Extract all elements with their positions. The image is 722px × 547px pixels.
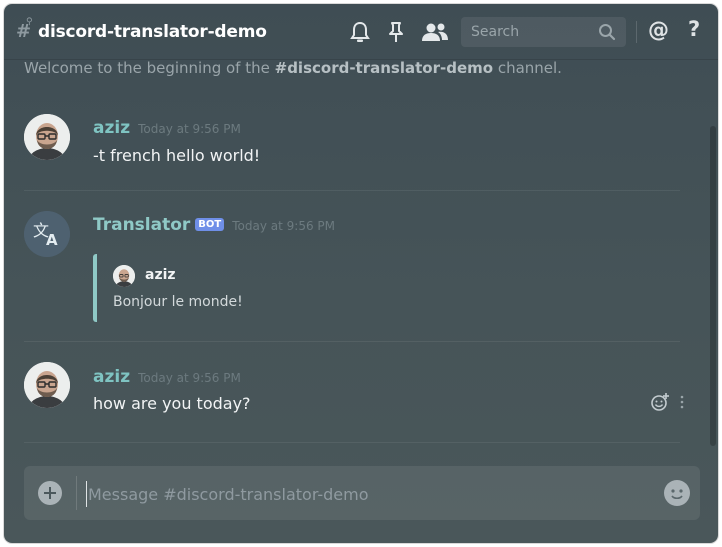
channel-hash-icon: # ⚲ bbox=[16, 16, 33, 42]
author-name[interactable]: Translator bbox=[93, 215, 190, 235]
message-text: -t french hello world! bbox=[93, 146, 261, 165]
chat-window: # ⚲ discord-translator-demo Search @ ? W… bbox=[4, 4, 718, 543]
message-composer bbox=[24, 466, 700, 520]
header-toolbar bbox=[348, 4, 462, 59]
welcome-prefix: Welcome to the beginning of the bbox=[24, 59, 275, 77]
embed-text: Bonjour le monde! bbox=[113, 294, 243, 310]
composer-divider bbox=[76, 476, 77, 510]
welcome-suffix: channel. bbox=[493, 59, 562, 77]
embed-author-avatar bbox=[113, 265, 135, 287]
message-timestamp: Today at 9:56 PM bbox=[138, 122, 241, 136]
author-name[interactable]: aziz bbox=[93, 118, 130, 138]
message-author[interactable]: Translator BOT Today at 9:56 PM bbox=[93, 215, 335, 235]
translation-embed: aziz Bonjour le monde! bbox=[93, 254, 397, 322]
message-author[interactable]: aziz Today at 9:56 PM bbox=[93, 118, 241, 138]
user-avatar[interactable] bbox=[24, 362, 70, 408]
chat-scrollbar[interactable] bbox=[710, 126, 716, 446]
notification-bell-icon[interactable] bbox=[348, 20, 372, 44]
search-input[interactable] bbox=[469, 23, 593, 41]
message-author[interactable]: aziz Today at 9:56 PM bbox=[93, 367, 241, 387]
attach-plus-icon[interactable] bbox=[38, 481, 62, 505]
message-timestamp: Today at 9:56 PM bbox=[138, 371, 241, 385]
svg-text:A: A bbox=[46, 231, 58, 249]
user-avatar[interactable] bbox=[24, 114, 70, 160]
message-text: how are you today? bbox=[93, 394, 251, 413]
mentions-icon[interactable]: @ bbox=[648, 18, 669, 42]
pin-icon[interactable] bbox=[384, 20, 408, 44]
emoji-picker-icon[interactable] bbox=[664, 480, 690, 506]
message-timestamp: Today at 9:56 PM bbox=[232, 219, 335, 233]
translator-bot-avatar[interactable]: 文 A bbox=[24, 211, 70, 257]
search-icon[interactable] bbox=[598, 23, 616, 45]
message-actions bbox=[650, 392, 684, 412]
channel-welcome-text: Welcome to the beginning of the #discord… bbox=[24, 59, 562, 77]
welcome-channel: #discord-translator-demo bbox=[274, 59, 494, 77]
message-separator bbox=[24, 341, 680, 342]
message-separator bbox=[24, 442, 680, 443]
header-divider bbox=[636, 21, 637, 43]
author-name[interactable]: aziz bbox=[93, 367, 130, 387]
message-separator bbox=[24, 190, 680, 191]
channel-name: discord-translator-demo bbox=[38, 21, 267, 42]
help-icon[interactable]: ? bbox=[688, 17, 700, 41]
search-box[interactable] bbox=[461, 17, 626, 47]
message-input[interactable] bbox=[86, 481, 630, 507]
embed-author: aziz bbox=[145, 267, 176, 283]
add-reaction-icon[interactable] bbox=[650, 392, 670, 412]
member-list-icon[interactable] bbox=[420, 20, 450, 44]
bot-badge: BOT bbox=[195, 218, 225, 231]
more-options-icon[interactable] bbox=[680, 395, 684, 409]
